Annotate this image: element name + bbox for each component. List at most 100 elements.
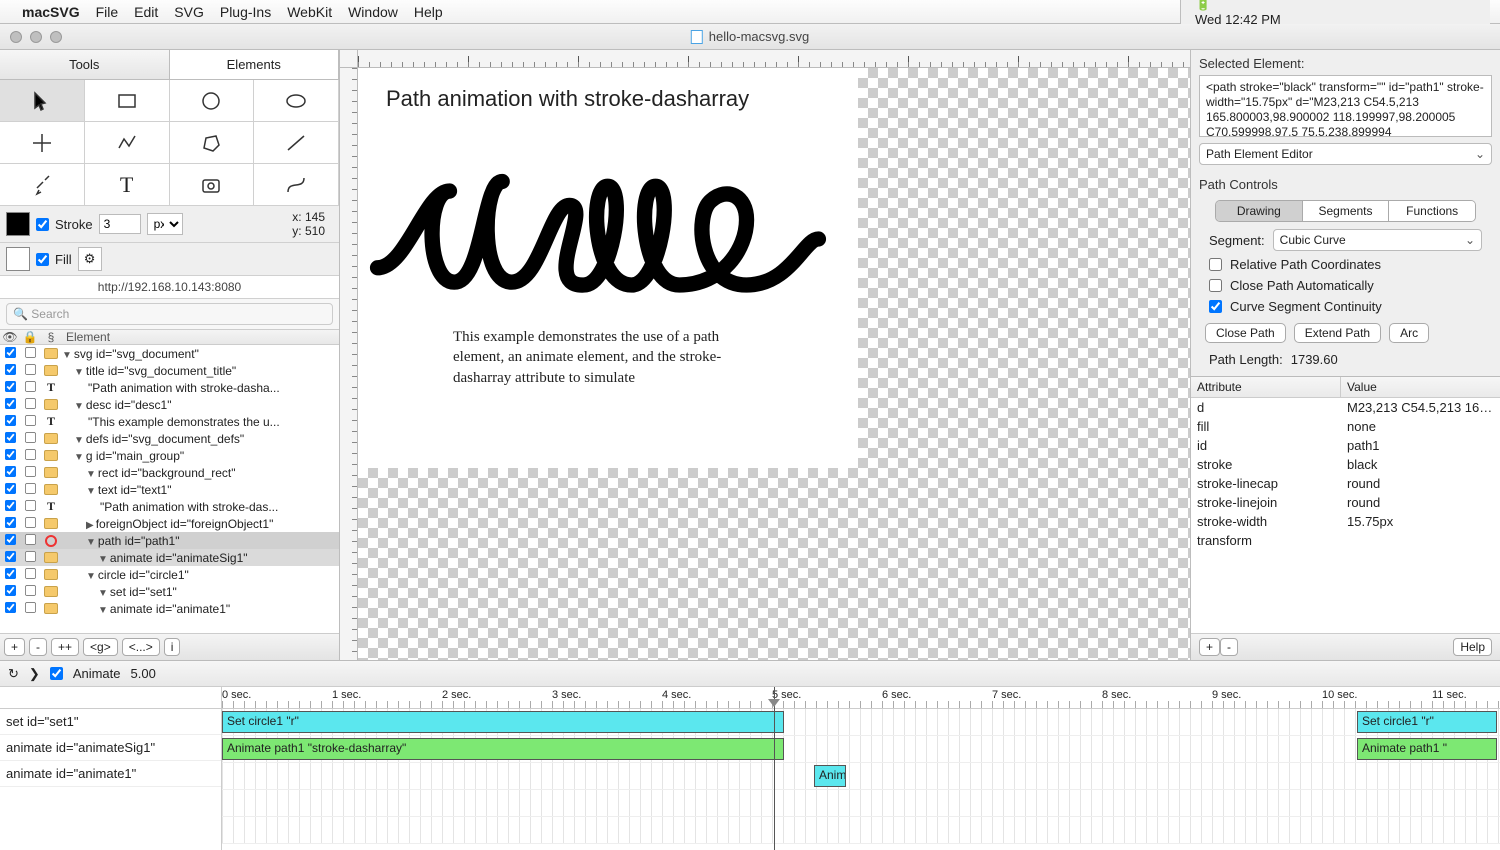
tree-row[interactable]: ▼circle id="circle1" [0,566,339,583]
menu-file[interactable]: File [96,4,119,20]
tree-row[interactable]: ▶foreignObject id="foreignObject1" [0,515,339,532]
timeline-bar[interactable]: Set circle1 "r" [222,711,784,733]
tree-row[interactable]: ▼set id="set1" [0,583,339,600]
tree-row[interactable]: ▼rect id="background_rect" [0,464,339,481]
group-button[interactable]: <g> [83,638,118,656]
close-path-button[interactable]: Close Path [1205,323,1286,343]
attr-row[interactable]: stroke-linecapround [1191,474,1500,493]
ellipse-tool[interactable] [254,80,339,122]
tree-row[interactable]: T"Path animation with stroke-dasha... [0,379,339,396]
menu-svg[interactable]: SVG [174,4,204,20]
timeline-bar[interactable]: Set circle1 "r" [1357,711,1497,733]
animate-checkbox[interactable] [50,667,63,680]
tree-row[interactable]: ▼text id="text1" [0,481,339,498]
artboard[interactable]: Path animation with stroke-dasharray Thi… [358,68,1190,660]
editor-select[interactable]: Path Element Editor [1199,143,1492,165]
attr-row[interactable]: transform [1191,531,1500,550]
close-auto-checkbox[interactable] [1209,279,1222,292]
ruler-corner [340,50,358,68]
attr-row[interactable]: strokeblack [1191,455,1500,474]
help-button[interactable]: Help [1453,638,1492,656]
section-icon[interactable]: § [40,330,62,344]
polygon-tool[interactable] [170,122,255,164]
lock-icon[interactable]: 🔒 [20,330,40,344]
plugin-tool[interactable] [0,164,85,206]
wrap-button[interactable]: <...> [122,638,160,656]
attr-row[interactable]: dM23,213 C54.5,213 165.8... [1191,398,1500,417]
segment-type-select[interactable]: Cubic Curve [1273,229,1482,251]
timeline-bar[interactable]: Animate path1 "stroke-dasharray" [222,738,784,760]
fill-color-swatch[interactable] [6,247,30,271]
stroke-unit-select[interactable]: px [147,213,183,235]
track-name[interactable]: set id="set1" [0,709,221,735]
settings-button[interactable]: ⚙ [78,247,102,271]
curve-continuity-checkbox[interactable] [1209,300,1222,313]
search-input[interactable]: 🔍 Search [6,303,333,325]
timeline-bar[interactable]: Animate path1 " [1357,738,1497,760]
text-tool[interactable]: T [85,164,170,206]
timeline-grid[interactable]: 0 sec.1 sec.2 sec.3 sec.4 sec.5 sec.6 se… [222,687,1500,850]
segment-segments[interactable]: Segments [1302,201,1389,221]
menu-window[interactable]: Window [348,4,398,20]
tree-row[interactable]: T"This example demonstrates the u... [0,413,339,430]
close-window-button[interactable] [10,31,22,43]
polyline-tool[interactable] [85,122,170,164]
app-name[interactable]: macSVG [22,4,80,20]
tree-row[interactable]: ▼g id="main_group" [0,447,339,464]
attr-row[interactable]: fillnone [1191,417,1500,436]
fill-checkbox[interactable] [36,253,49,266]
add-attr-button[interactable]: + [1199,638,1220,656]
segment-functions[interactable]: Functions [1388,201,1475,221]
tree-row[interactable]: ▼title id="svg_document_title" [0,362,339,379]
tab-elements[interactable]: Elements [170,50,340,79]
tree-row[interactable]: ▼path id="path1" [0,532,339,549]
menu-help[interactable]: Help [414,4,443,20]
play-button[interactable]: ❯ [29,666,40,682]
rewind-button[interactable]: ↻ [8,666,19,682]
tree-row[interactable]: ▼defs id="svg_document_defs" [0,430,339,447]
stroke-checkbox[interactable] [36,218,49,231]
remove-attr-button[interactable]: - [1220,638,1238,656]
tree-row[interactable]: ▼svg id="svg_document" [0,345,339,362]
arrow-tool[interactable] [0,80,85,122]
line-tool[interactable] [254,122,339,164]
tree-row[interactable]: ▼animate id="animate1" [0,600,339,617]
zoom-window-button[interactable] [50,31,62,43]
tree-row[interactable]: T"Path animation with stroke-das... [0,498,339,515]
tree-row[interactable]: ▼animate id="animateSig1" [0,549,339,566]
eye-icon[interactable]: 👁 [0,330,20,344]
extend-path-button[interactable]: Extend Path [1294,323,1381,343]
playhead[interactable] [774,687,775,850]
attr-row[interactable]: stroke-width15.75px [1191,512,1500,531]
path-tool[interactable] [254,164,339,206]
menu-edit[interactable]: Edit [134,4,158,20]
segment-drawing[interactable]: Drawing [1216,201,1302,221]
server-url[interactable]: http://192.168.10.143:8080 [0,276,339,299]
battery-icon[interactable]: 🔋 [1195,0,1490,12]
image-tool[interactable] [170,164,255,206]
remove-button[interactable]: - [29,638,47,656]
element-tree[interactable]: ▼svg id="svg_document"▼title id="svg_doc… [0,345,339,633]
menu-webkit[interactable]: WebKit [287,4,332,20]
stroke-color-swatch[interactable] [6,212,30,236]
info-button[interactable]: i [164,638,181,656]
duplicate-button[interactable]: ++ [51,638,79,656]
crosshair-tool[interactable] [0,122,85,164]
element-code[interactable]: <path stroke="black" transform="" id="pa… [1199,75,1492,137]
attr-row[interactable]: stroke-linejoinround [1191,493,1500,512]
svg-document[interactable]: Path animation with stroke-dasharray Thi… [358,68,858,468]
timeline-bar[interactable]: Animate circle1 "r" [814,765,846,787]
stroke-width-input[interactable] [99,214,141,234]
circle-tool[interactable] [170,80,255,122]
tab-tools[interactable]: Tools [0,50,170,79]
arc-button[interactable]: Arc [1389,323,1429,343]
track-name[interactable]: animate id="animate1" [0,761,221,787]
relative-coords-checkbox[interactable] [1209,258,1222,271]
add-button[interactable]: + [4,638,25,656]
rect-tool[interactable] [85,80,170,122]
attr-row[interactable]: idpath1 [1191,436,1500,455]
tree-row[interactable]: ▼desc id="desc1" [0,396,339,413]
minimize-window-button[interactable] [30,31,42,43]
track-name[interactable]: animate id="animateSig1" [0,735,221,761]
menu-plugins[interactable]: Plug-Ins [220,4,271,20]
